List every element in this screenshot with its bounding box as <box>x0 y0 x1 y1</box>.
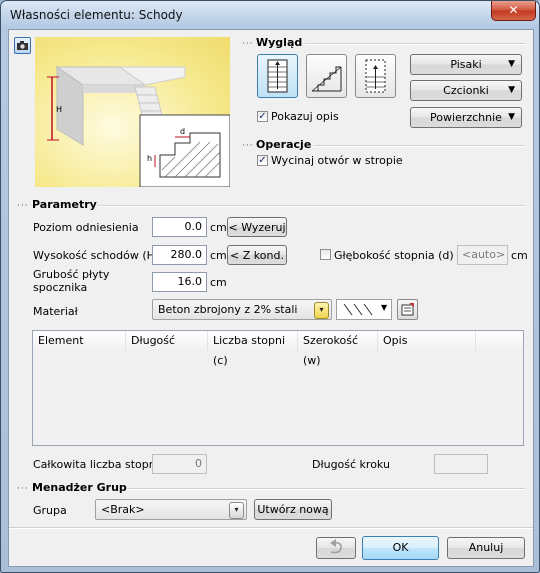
grupa-value: <Brak> <box>101 503 145 516</box>
menadzer-dots: ··· <box>17 484 29 494</box>
grupa-label: Grupa <box>33 504 67 517</box>
view-3d-button[interactable] <box>355 54 396 98</box>
stairs-table[interactable]: Element Długość Liczba stopni (c) Szerok… <box>32 330 524 446</box>
pisaki-dropdown-icon: ▼ <box>508 59 515 69</box>
parametry-separator <box>97 205 525 207</box>
close-button[interactable]: ✕ <box>491 1 536 21</box>
wyzeruj-button[interactable]: < Wyzeruj <box>227 217 287 237</box>
poziom-unit: cm <box>210 221 227 234</box>
table-header-opis[interactable]: Opis <box>378 331 476 351</box>
material-select[interactable]: Beton zbrojony z 2% stali ▾ <box>152 299 332 320</box>
cancel-button[interactable]: Anuluj <box>447 537 525 559</box>
title-bar: Własności elementu: Schody ✕ <box>1 1 539 29</box>
material-value: Beton zbrojony z 2% stali <box>158 303 298 316</box>
grubosc-label-line2: spocznika <box>33 281 88 294</box>
total-steps-input: 0 <box>152 454 207 474</box>
show-description-checkbox[interactable]: ✓ <box>257 111 268 122</box>
grubosc-input[interactable]: 16.0 <box>152 272 207 292</box>
label-h-small: h <box>147 154 153 163</box>
czcionki-dropdown-icon: ▼ <box>508 85 515 95</box>
glebokosc-input: <auto> <box>457 245 508 265</box>
glebokosc-checkbox[interactable] <box>320 249 331 260</box>
camera-icon[interactable] <box>14 37 31 54</box>
table-header-element[interactable]: Element <box>33 331 126 351</box>
show-description-label: Pokazuj opis <box>271 110 339 123</box>
properties-dialog: Własności elementu: Schody ✕ H h d ··· W… <box>0 0 540 573</box>
wyglad-separator <box>305 43 525 45</box>
table-header-dlugosc[interactable]: Długość <box>126 331 208 351</box>
grubosc-unit: cm <box>210 276 227 289</box>
view-section-button[interactable] <box>306 54 347 98</box>
material-edit-icon[interactable] <box>397 299 418 320</box>
parametry-label: Parametry <box>32 198 97 211</box>
z-kond-button[interactable]: < Z kond. <box>227 245 287 265</box>
hatch-dropdown-icon: ▼ <box>381 303 388 312</box>
wysokosc-unit: cm <box>210 249 227 262</box>
menadzer-separator <box>127 488 525 490</box>
table-header-filler <box>476 331 523 351</box>
powierzchnie-label: Powierzchnie <box>430 111 502 124</box>
operacje-separator <box>314 145 525 147</box>
window-title: Własności elementu: Schody <box>10 8 183 22</box>
parametry-dots: ··· <box>17 201 29 211</box>
powierzchnie-button[interactable]: Powierzchnie ▼ <box>410 107 522 128</box>
undo-button[interactable] <box>316 537 356 559</box>
stairs-preview: H h d <box>35 37 230 187</box>
grubosc-label-line1: Grubość płyty <box>33 268 110 281</box>
poziom-label: Poziom odniesienia <box>33 221 139 234</box>
czcionki-button[interactable]: Czcionki ▼ <box>410 80 522 101</box>
glebokosc-label: Głębokość stopnia (d) <box>334 249 454 262</box>
grupa-select[interactable]: <Brak> ▾ <box>95 499 247 520</box>
pisaki-label: Pisaki <box>450 58 482 71</box>
wysokosc-input[interactable]: 280.0 <box>152 245 207 265</box>
step-length-label: Długość kroku <box>312 458 390 471</box>
cut-opening-checkbox[interactable]: ✓ <box>257 155 268 166</box>
wyglad-label: Wygląd <box>256 36 303 49</box>
menadzer-label: Menadżer Grup <box>32 481 127 494</box>
label-h-big: H <box>56 105 63 114</box>
material-dropdown-icon: ▾ <box>314 302 329 319</box>
footer-separator <box>9 527 533 529</box>
step-length-input <box>434 454 488 474</box>
material-label: Materiał <box>33 305 78 318</box>
hatch-pattern-select[interactable]: ▼ <box>336 299 392 320</box>
pisaki-button[interactable]: Pisaki ▼ <box>410 54 522 75</box>
operacje-label: Operacje <box>256 138 312 151</box>
table-header-liczba-stopni[interactable]: Liczba stopni (c) <box>208 331 298 367</box>
total-steps-label: Całkowita liczba stopni <box>33 458 159 471</box>
grupa-dropdown-icon: ▾ <box>229 502 244 519</box>
poziom-input[interactable]: 0.0 <box>152 217 207 237</box>
wysokosc-label: Wysokość schodów (H) <box>33 249 160 262</box>
powierzchnie-dropdown-icon: ▼ <box>508 112 515 122</box>
wyglad-dots: ··· <box>242 39 254 49</box>
cut-opening-label: Wycinaj otwór w stropie <box>271 154 403 167</box>
czcionki-label: Czcionki <box>443 84 489 97</box>
label-d: d <box>180 127 186 136</box>
table-header-szerokosc[interactable]: Szerokość (w) <box>298 331 378 367</box>
view-plan-button[interactable] <box>257 54 298 98</box>
operacje-dots: ··· <box>242 141 254 151</box>
dialog-body: H h d ··· Wygląd Pisaki ▼ Czcionki ▼ Pow… <box>8 29 534 567</box>
create-group-button[interactable]: Utwórz nową <box>254 499 332 520</box>
ok-button[interactable]: OK <box>362 536 439 560</box>
glebokosc-unit: cm <box>511 249 528 262</box>
